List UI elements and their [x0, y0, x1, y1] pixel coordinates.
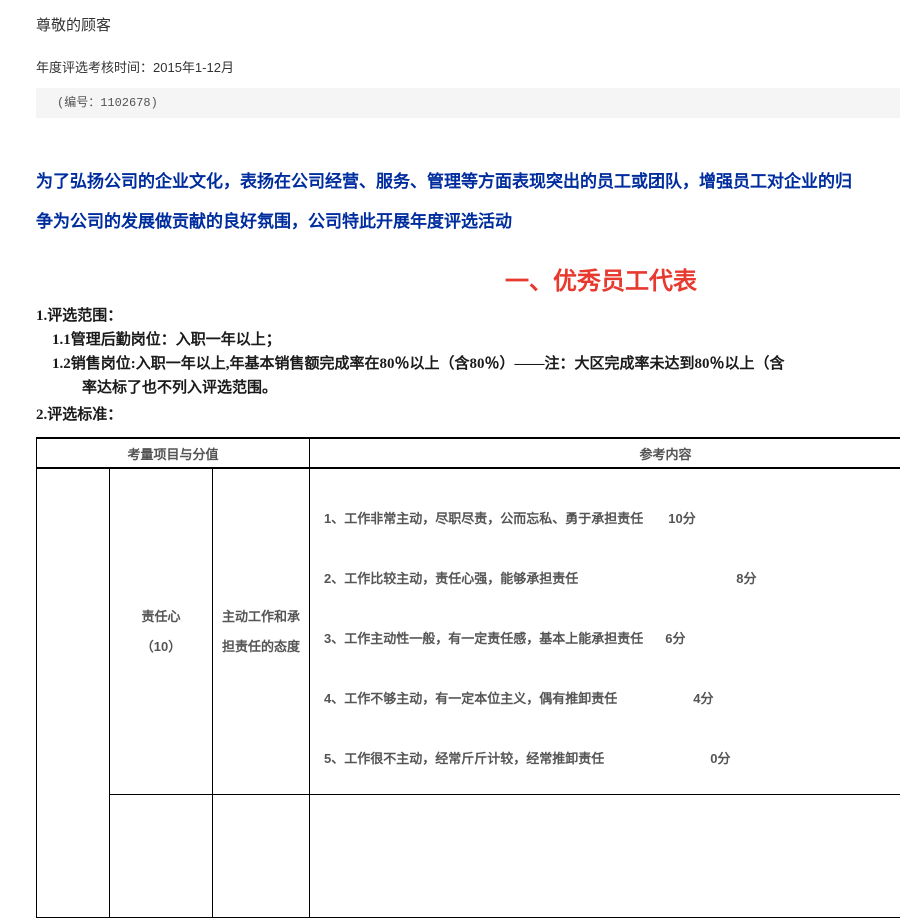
criteria-text: 4、工作不够主动，有一定本位主义，偶有推卸责任	[324, 691, 617, 706]
criteria-item: 1、工作非常主动，尽职尽责，公而忘私、勇于承担责任 10分	[324, 489, 900, 549]
criteria-item: 3、工作主动性一般，有一定责任感，基本上能承担责任 6分	[324, 609, 900, 669]
evaluation-criteria-table: 考量项目与分值 参考内容 责任心 （10） 主动工作和承 担责任的态度 1、工作…	[36, 437, 900, 918]
item-name-line-1: 责任心	[111, 602, 211, 632]
criteria-text: 2、工作比较主动，责任心强，能够承担责任	[324, 571, 578, 586]
criteria-item: 4、工作不够主动，有一定本位主义，偶有推卸责任 4分	[324, 669, 900, 729]
item-name-line-2: （10）	[111, 632, 211, 662]
dimension-cell-empty	[213, 795, 310, 918]
document-page: 尊敬的顾客 年度评选考核时间：2015年1-12月 (编号：1102678) 为…	[0, 0, 900, 918]
criteria-text: 3、工作主动性一般，有一定责任感，基本上能承担责任	[324, 631, 643, 646]
criteria-score: 8分	[736, 549, 756, 609]
table-row-next-empty	[37, 795, 900, 918]
criteria-score: 0分	[710, 729, 730, 789]
criteria-item: 2、工作比较主动，责任心强，能够承担责任 8分	[324, 549, 900, 609]
criteria-item: 5、工作很不主动，经常斤斤计较，经常推卸责任 0分	[324, 729, 900, 789]
header-cell-reference: 参考内容	[310, 438, 900, 468]
criteria-text: 1、工作非常主动，尽职尽责，公而忘私、勇于承担责任	[324, 511, 643, 526]
criteria-text: 5、工作很不主动，经常斤斤计较，经常推卸责任	[324, 751, 604, 766]
scope-item-1-1: 1.1管理后勤岗位：入职一年以上；	[36, 328, 900, 352]
document-code-bar: (编号：1102678)	[36, 88, 900, 118]
document-code: (编号：1102678)	[57, 96, 158, 110]
reference-content-cell-empty	[310, 795, 900, 918]
dimension-line-1: 主动工作和承	[214, 602, 308, 632]
greeting-text: 尊敬的顾客	[36, 18, 900, 34]
criteria-score: 10分	[668, 489, 695, 549]
item-name-cell: 责任心 （10）	[110, 468, 213, 795]
dimension-cell: 主动工作和承 担责任的态度	[213, 468, 310, 795]
header-cell-items: 考量项目与分值	[37, 438, 310, 468]
table-row-responsibility: 责任心 （10） 主动工作和承 担责任的态度 1、工作非常主动，尽职尽责，公而忘…	[37, 468, 900, 795]
scope-item-1-2-continuation: 率达标了也不列入评选范围。	[36, 376, 900, 400]
evaluation-period: 年度评选考核时间：2015年1-12月	[36, 61, 900, 75]
selection-scope: 1.评选范围： 1.1管理后勤岗位：入职一年以上； 1.2销售岗位:入职一年以上…	[36, 304, 900, 427]
criteria-score: 4分	[693, 669, 713, 729]
item-name-cell-empty	[110, 795, 213, 918]
section-title: 一、优秀员工代表	[36, 268, 900, 296]
scope-heading: 1.评选范围：	[36, 304, 900, 328]
criteria-heading: 2.评选标准：	[36, 403, 900, 427]
intro-line-1: 为了弘扬公司的企业文化，表扬在公司经营、服务、管理等方面表现突出的员工或团队，增…	[36, 162, 900, 202]
intro-paragraph: 为了弘扬公司的企业文化，表扬在公司经营、服务、管理等方面表现突出的员工或团队，增…	[36, 162, 900, 242]
dimension-line-2: 担责任的态度	[214, 632, 308, 662]
category-cell-empty	[37, 468, 110, 918]
reference-content-cell: 1、工作非常主动，尽职尽责，公而忘私、勇于承担责任 10分 2、工作比较主动，责任…	[310, 468, 900, 795]
intro-line-2: 争为公司的发展做贡献的良好氛围，公司特此开展年度评选活动	[36, 202, 900, 242]
scope-item-1-2: 1.2销售岗位:入职一年以上,年基本销售额完成率在80％以上（含80％）——注：…	[36, 352, 900, 376]
table-header-row: 考量项目与分值 参考内容	[37, 438, 900, 468]
criteria-score: 6分	[665, 609, 685, 669]
